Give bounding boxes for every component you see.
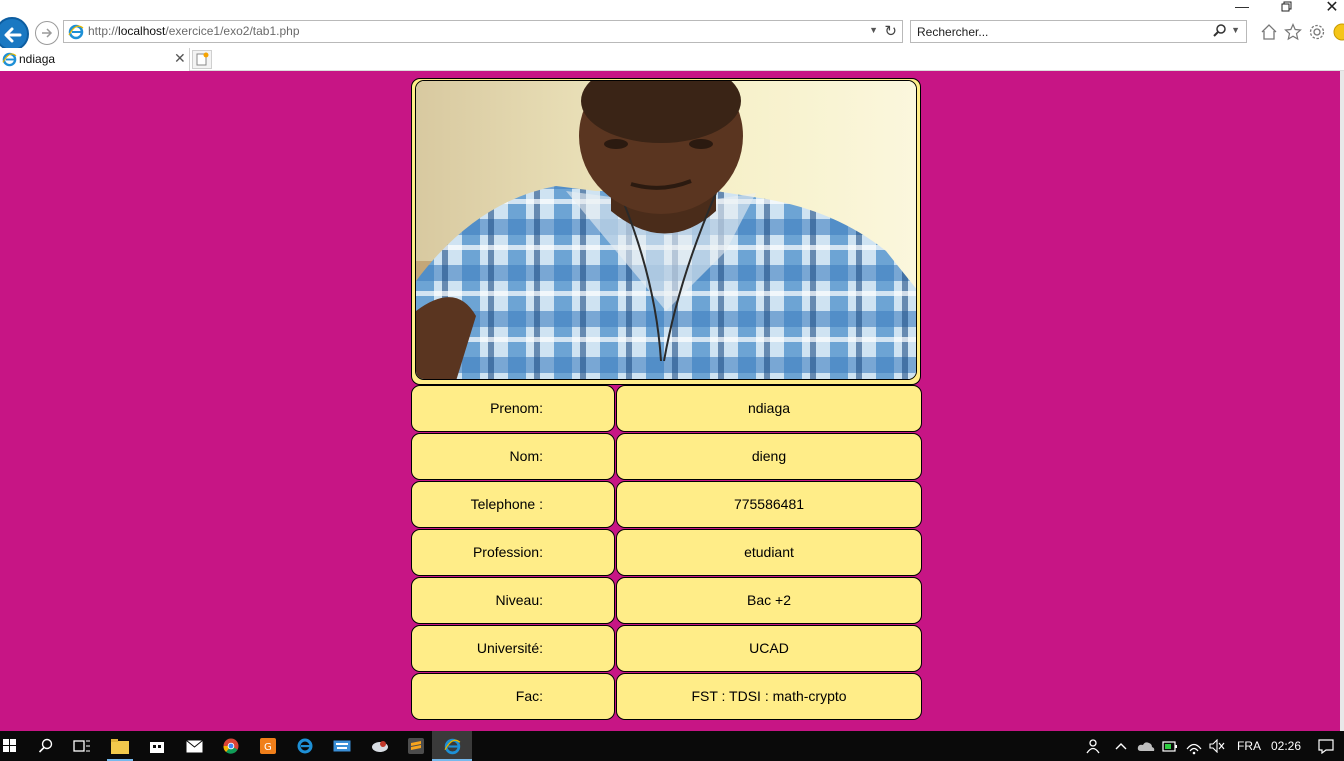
- ie-logo-icon: [444, 738, 461, 755]
- row-label-universite: Université:: [411, 625, 615, 672]
- row-label-fac: Fac:: [411, 673, 615, 720]
- row-value-telephone: 775586481: [616, 481, 922, 528]
- close-tab-icon[interactable]: ✕: [174, 50, 186, 67]
- battery-icon[interactable]: [1162, 739, 1178, 753]
- search-icon[interactable]: [38, 738, 54, 754]
- row-value-prenom: ndiaga: [616, 385, 922, 432]
- ie-taskbar-active[interactable]: [432, 731, 472, 761]
- photo-cell: [411, 78, 921, 385]
- search-box[interactable]: Rechercher... ▼: [910, 20, 1247, 43]
- row-label-nom: Nom:: [411, 433, 615, 480]
- vertical-scrollbar[interactable]: [1340, 71, 1344, 731]
- svg-text:G: G: [264, 742, 272, 753]
- ie-logo-icon: [68, 24, 84, 40]
- home-icon[interactable]: [1260, 23, 1278, 41]
- task-view-icon[interactable]: [73, 738, 91, 754]
- restore-icon[interactable]: [1277, 0, 1297, 16]
- file-explorer-icon[interactable]: [111, 739, 129, 754]
- row-value-niveau: Bac +2: [616, 577, 922, 624]
- person-photo-image: [416, 81, 916, 379]
- wifi-icon[interactable]: [1185, 737, 1203, 755]
- volume-muted-icon[interactable]: [1209, 739, 1225, 753]
- chevron-up-icon[interactable]: [1114, 740, 1128, 752]
- row-value-universite: UCAD: [616, 625, 922, 672]
- browser-chrome: — ✕ http://localhost/exercice1/exo2/tab1…: [0, 0, 1344, 71]
- arrow-right-icon: [42, 28, 53, 38]
- arrow-left-icon: [4, 27, 22, 43]
- row-value-nom: dieng: [616, 433, 922, 480]
- edge-icon[interactable]: [297, 738, 313, 754]
- app-orange-icon[interactable]: G: [260, 738, 276, 754]
- onedrive-icon[interactable]: [1137, 740, 1155, 752]
- tab-ndiaga[interactable]: ndiaga ✕: [0, 48, 190, 71]
- minimize-icon[interactable]: —: [1232, 0, 1252, 14]
- profile-photo: [415, 80, 917, 380]
- row-label-prenom: Prenom:: [411, 385, 615, 432]
- search-input[interactable]: Rechercher...: [917, 25, 988, 39]
- row-label-telephone: Telephone :: [411, 481, 615, 528]
- row-value-fac: FST : TDSI : math-crypto: [616, 673, 922, 720]
- notification-icon[interactable]: [1318, 739, 1334, 754]
- chrome-icon[interactable]: [223, 738, 239, 754]
- people-icon[interactable]: [1085, 738, 1101, 754]
- refresh-icon[interactable]: ↻: [884, 22, 897, 40]
- store-icon[interactable]: [149, 738, 165, 754]
- chevron-down-icon[interactable]: ▼: [1231, 25, 1240, 35]
- navigation-bar: http://localhost/exercice1/exo2/tab1.php…: [0, 15, 1344, 51]
- row-label-niveau: Niveau:: [411, 577, 615, 624]
- new-tab-icon: [196, 52, 209, 66]
- clock[interactable]: 02:26: [1271, 739, 1301, 753]
- page-content: Prenom: ndiaga Nom: dieng Telephone : 77…: [0, 71, 1344, 731]
- app-bird-icon[interactable]: [371, 738, 389, 754]
- tab-bar: ndiaga ✕: [0, 48, 1344, 71]
- search-icon[interactable]: [1212, 23, 1228, 39]
- forward-button[interactable]: [35, 21, 59, 45]
- row-label-profession: Profession:: [411, 529, 615, 576]
- keyboard-icon[interactable]: [333, 740, 351, 752]
- star-icon[interactable]: [1284, 23, 1302, 41]
- url-text[interactable]: http://localhost/exercice1/exo2/tab1.php: [88, 24, 300, 38]
- taskbar: G FRA 02:26: [0, 731, 1344, 761]
- sublime-text-icon[interactable]: [408, 738, 424, 754]
- windows-start-icon[interactable]: [3, 739, 17, 753]
- back-button[interactable]: [0, 17, 29, 51]
- tab-title: ndiaga: [19, 52, 56, 66]
- chevron-down-icon[interactable]: ▼: [869, 25, 878, 35]
- row-value-profession: etudiant: [616, 529, 922, 576]
- gear-icon[interactable]: [1308, 23, 1326, 41]
- new-tab-button[interactable]: [192, 50, 212, 69]
- address-bar[interactable]: http://localhost/exercice1/exo2/tab1.php…: [63, 20, 903, 43]
- language-indicator[interactable]: FRA: [1237, 739, 1261, 753]
- ie-logo-icon: [2, 52, 17, 67]
- mail-icon[interactable]: [186, 740, 203, 753]
- smiley-icon[interactable]: [1333, 23, 1344, 41]
